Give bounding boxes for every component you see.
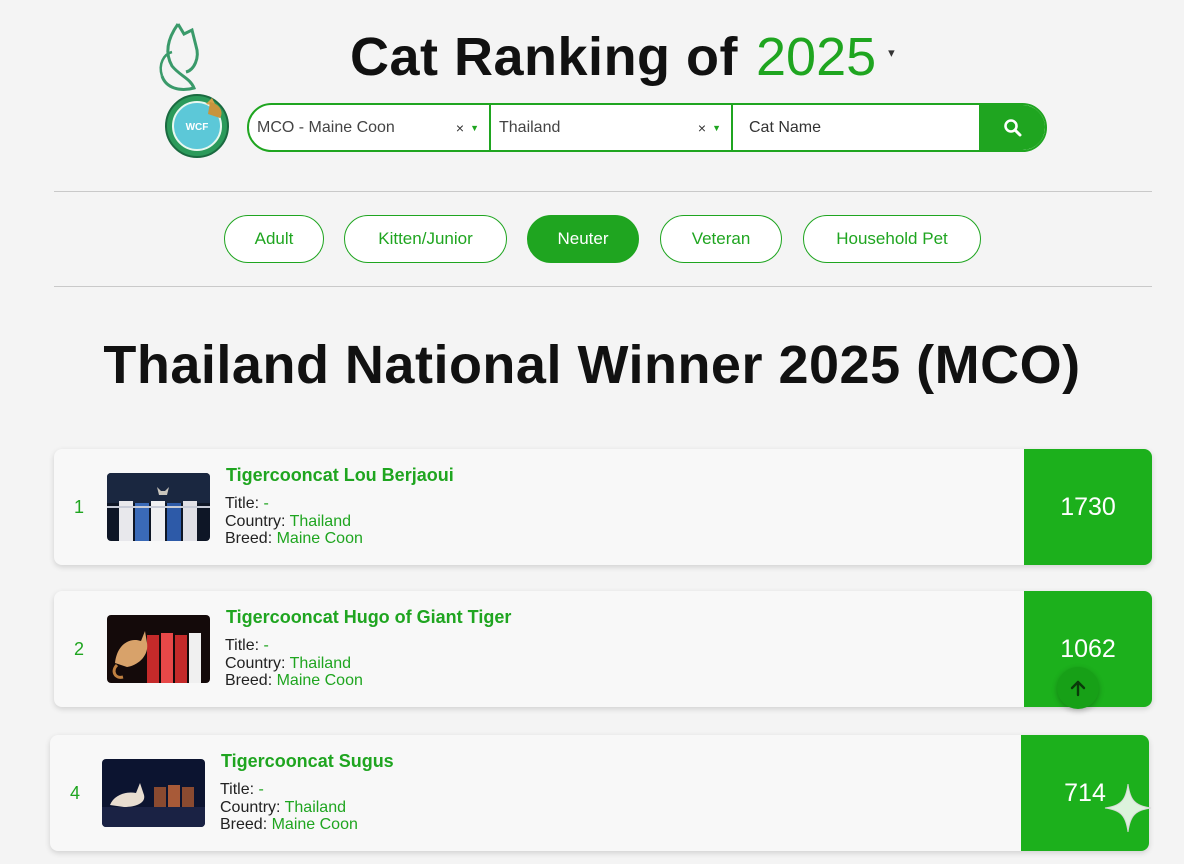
breed-select-value: MCO - Maine Coon [257, 118, 395, 136]
cat-name-link[interactable]: Tigercooncat Hugo of Giant Tiger [226, 607, 511, 628]
cat-name-link[interactable]: Tigercooncat Lou Berjaoui [226, 465, 454, 486]
rank-number: 1 [74, 496, 85, 517]
breed-value[interactable]: Maine Coon [272, 816, 358, 833]
ranking-card[interactable]: 1 Tigercooncat Lou Berjaoui Title: - Cou… [54, 449, 1152, 565]
tab-household-pet[interactable]: Household Pet [803, 215, 981, 263]
divider [54, 286, 1152, 287]
country-row: Country: Thailand [225, 513, 363, 531]
ranking-card[interactable]: 2 Tigercooncat Hugo of Giant Tiger Title… [54, 591, 1152, 707]
tab-adult[interactable]: Adult [224, 215, 324, 263]
clear-icon[interactable]: × [698, 120, 706, 136]
title-label: Title: [225, 637, 260, 654]
country-row: Country: Thailand [220, 799, 358, 817]
title-row: Title: - [225, 637, 363, 655]
country-value[interactable]: Thailand [290, 513, 351, 530]
page: WCF Cat Ranking of 2025 ▾ MCO - Maine Co… [0, 0, 1184, 864]
cat-name-input[interactable] [733, 105, 981, 150]
country-row: Country: Thailand [225, 655, 363, 673]
search-icon [1004, 118, 1022, 136]
country-value[interactable]: Thailand [290, 655, 351, 672]
tab-kitten-junior[interactable]: Kitten/Junior [344, 215, 507, 263]
breed-row: Breed: Maine Coon [225, 672, 363, 690]
page-title: Cat Ranking of [350, 27, 739, 87]
tab-veteran[interactable]: Veteran [660, 215, 782, 263]
rank-number: 4 [70, 782, 81, 803]
chevron-down-icon[interactable]: ▼ [470, 123, 479, 133]
year-selector[interactable]: 2025 [756, 26, 876, 88]
cat-info: Title: - Country: Thailand Breed: Maine … [225, 495, 363, 548]
search-button[interactable] [981, 105, 1045, 150]
ranking-card[interactable]: 4 Tigercooncat Sugus Title: - Country: T… [50, 735, 1149, 851]
tab-neuter[interactable]: Neuter [527, 215, 639, 263]
breed-value[interactable]: Maine Coon [277, 672, 363, 689]
chevron-down-icon[interactable]: ▼ [712, 123, 721, 133]
arrow-up-icon [1070, 680, 1086, 697]
title-row: Title: - [225, 495, 363, 513]
breed-label: Breed: [225, 530, 273, 547]
search-bar: MCO - Maine Coon × ▼ Thailand × ▼ [247, 103, 1047, 152]
title-label: Title: [225, 495, 260, 512]
score-badge: 1730 [1024, 449, 1152, 565]
breed-label: Breed: [225, 672, 273, 689]
cat-info: Title: - Country: Thailand Breed: Maine … [225, 637, 363, 690]
sparkle-icon [1104, 783, 1152, 833]
clear-icon[interactable]: × [456, 120, 464, 136]
cat-name-link[interactable]: Tigercooncat Sugus [221, 751, 394, 772]
country-label: Country: [225, 654, 286, 672]
country-label: Country: [220, 798, 281, 816]
country-label: Country: [225, 512, 286, 530]
back-to-top-button[interactable] [1057, 667, 1099, 709]
country-select-value: Thailand [499, 118, 561, 136]
breed-value[interactable]: Maine Coon [277, 530, 363, 547]
section-title: Thailand National Winner 2025 (MCO) [103, 335, 1081, 395]
title-value: - [263, 637, 269, 654]
cat-photo[interactable] [107, 473, 210, 541]
breed-row: Breed: Maine Coon [220, 816, 358, 834]
page-heading: Cat Ranking of 2025 ▾ [350, 26, 895, 88]
cat-photo[interactable] [107, 615, 210, 683]
title-row: Title: - [220, 781, 358, 799]
cat-info: Title: - Country: Thailand Breed: Maine … [220, 781, 358, 834]
breed-row: Breed: Maine Coon [225, 530, 363, 548]
title-value: - [258, 781, 264, 798]
breed-select[interactable]: MCO - Maine Coon × ▼ [249, 105, 491, 150]
country-select[interactable]: Thailand × ▼ [491, 105, 733, 150]
country-value[interactable]: Thailand [285, 799, 346, 816]
title-value: - [263, 495, 269, 512]
chevron-down-icon[interactable]: ▾ [888, 45, 895, 61]
cat-photo[interactable] [102, 759, 205, 827]
title-label: Title: [220, 781, 255, 798]
logo-cat-icon[interactable]: WCF [150, 18, 240, 160]
breed-label: Breed: [220, 816, 268, 833]
divider [54, 191, 1152, 192]
rank-number: 2 [74, 638, 85, 659]
svg-text:WCF: WCF [186, 122, 209, 133]
